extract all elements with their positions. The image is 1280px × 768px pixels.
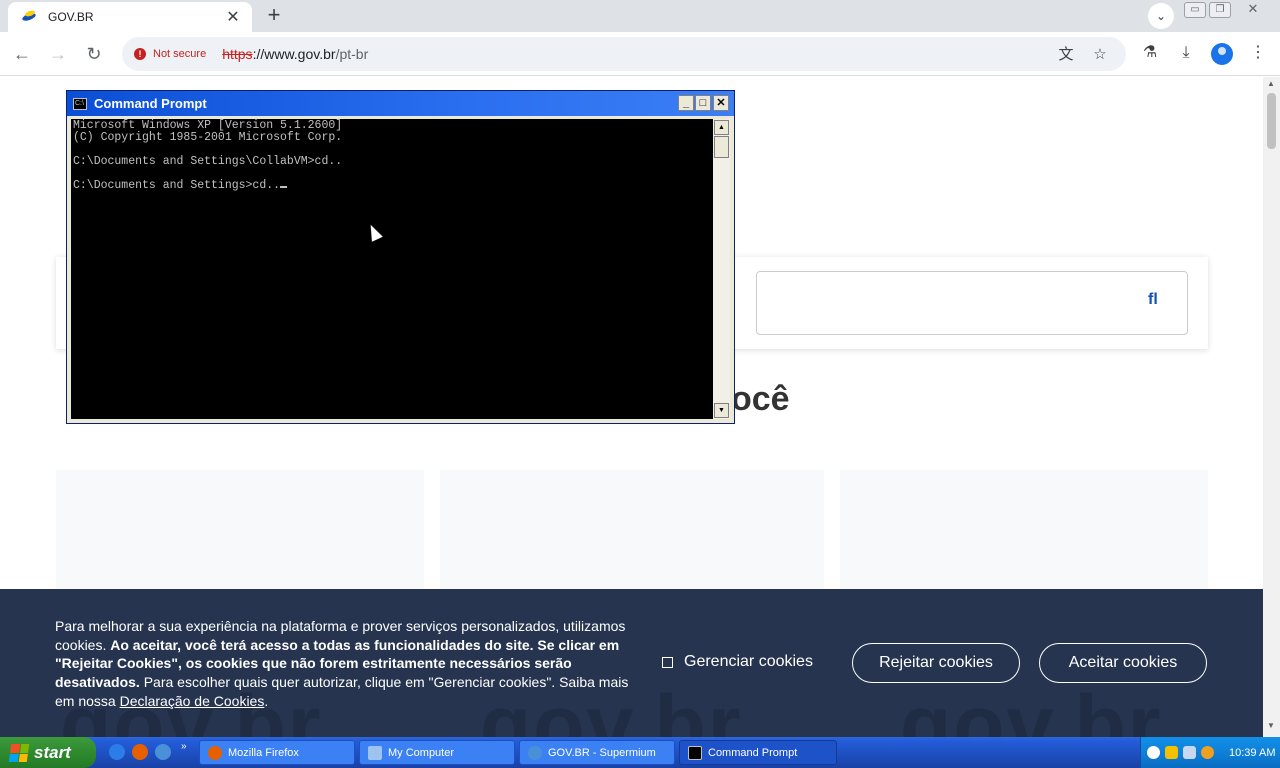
tab-strip: GOV.BR ✕ + ⌄ ▭ ❐ ✕: [0, 0, 1280, 32]
security-label: Not secure: [153, 48, 207, 60]
taskbar-item-label: Mozilla Firefox: [228, 746, 299, 759]
accept-cookies-button[interactable]: Aceitar cookies: [1039, 643, 1207, 683]
cmd-scrollbar[interactable]: ▲ ▼: [713, 119, 730, 419]
console-prompt-line: C:\Documents and Settings>cd..: [73, 180, 711, 192]
reload-button[interactable]: ↻: [80, 41, 108, 67]
labs-flask-icon[interactable]: ⚗: [1139, 42, 1161, 64]
scroll-down-arrow-icon[interactable]: ▼: [1267, 721, 1275, 730]
manage-cookies-label: Gerenciar cookies: [684, 653, 813, 670]
start-button[interactable]: start: [0, 737, 96, 768]
security-chip[interactable]: ! Not secure: [130, 42, 214, 66]
cmd-title: Command Prompt: [94, 96, 207, 111]
cmd-app-icon: [688, 745, 702, 760]
internet-explorer-icon[interactable]: [109, 744, 125, 760]
taskbar: start » Mozilla Firefox My Computer GOV.…: [0, 737, 1280, 768]
taskbar-item-firefox[interactable]: Mozilla Firefox: [199, 740, 355, 765]
cmd-scroll-up-arrow-icon[interactable]: ▲: [714, 120, 729, 135]
url-text[interactable]: https://www.gov.br/pt-br: [222, 46, 368, 62]
taskbar-item-label: Command Prompt: [708, 746, 798, 759]
start-label: start: [34, 742, 71, 762]
cmd-app-icon: C:\: [73, 97, 87, 110]
cmd-titlebar[interactable]: C:\ Command Prompt: [67, 91, 734, 116]
forward-button[interactable]: →: [44, 41, 72, 67]
scroll-up-arrow-icon[interactable]: ▲: [1267, 79, 1275, 88]
command-prompt-window[interactable]: C:\ Command Prompt _ □ ✕ Microsoft Windo…: [66, 90, 735, 424]
watermark-logo: gov.br: [900, 678, 1163, 737]
menu-kebab-icon[interactable]: ⋮: [1247, 42, 1269, 64]
system-tray: 10:39 AM: [1140, 737, 1280, 768]
reject-cookies-button[interactable]: Rejeitar cookies: [852, 643, 1020, 683]
system-clock[interactable]: 10:39 AM: [1229, 747, 1275, 759]
quick-launch-chevron-icon[interactable]: »: [181, 741, 187, 752]
scrollbar-thumb[interactable]: [1267, 93, 1276, 149]
tab-close-icon[interactable]: ✕: [224, 7, 242, 27]
computer-icon: [368, 745, 382, 760]
cookie-banner: gov.br gov.br gov.br Para melhorar a sua…: [0, 589, 1263, 737]
url-path: /pt-br: [335, 46, 369, 62]
taskbar-item-command-prompt[interactable]: Command Prompt: [679, 740, 837, 765]
firefox-icon: [208, 745, 222, 760]
tab-search-chevron-icon[interactable]: ⌄: [1148, 3, 1174, 29]
tray-expand-icon[interactable]: [1147, 746, 1160, 759]
network-icon[interactable]: [1183, 746, 1196, 759]
content-card-placeholder: [440, 470, 824, 590]
cmd-scrollbar-thumb[interactable]: [714, 136, 729, 158]
cmd-maximize-button[interactable]: □: [695, 95, 711, 111]
supermium-icon: [528, 745, 542, 760]
window-close-button[interactable]: ✕: [1242, 2, 1264, 18]
console-line: C:\Documents and Settings\CollabVM>cd..: [73, 155, 343, 168]
download-icon[interactable]: ⤓: [1175, 42, 1197, 64]
tab-gov-br[interactable]: GOV.BR ✕: [8, 2, 252, 32]
url-host: ://www.gov.br: [252, 46, 336, 62]
search-icon[interactable]: fl: [1148, 291, 1158, 309]
warning-icon: !: [134, 48, 146, 60]
windows-logo-icon: [8, 743, 30, 762]
page-scrollbar[interactable]: ▲ ▼: [1263, 77, 1280, 737]
cmd-close-button[interactable]: ✕: [713, 95, 729, 111]
taskbar-item-my-computer[interactable]: My Computer: [359, 740, 515, 765]
cmd-scroll-down-arrow-icon[interactable]: ▼: [714, 403, 729, 418]
window-restore-button[interactable]: ❐: [1209, 2, 1231, 18]
content-card-placeholder: [840, 470, 1208, 590]
browser-toolbar: ← → ↻ ! Not secure https://www.gov.br/pt…: [0, 32, 1280, 76]
console-prompt-text: C:\Documents and Settings>cd..: [73, 179, 281, 192]
profile-avatar-icon[interactable]: [1211, 43, 1233, 65]
manage-cookies-button[interactable]: Gerenciar cookies: [662, 653, 813, 671]
taskbar-item-label: GOV.BR - Supermium: [548, 746, 656, 759]
taskbar-item-label: My Computer: [388, 746, 455, 759]
bookmark-star-icon[interactable]: ☆: [1090, 45, 1110, 65]
checkbox-icon: [662, 656, 673, 668]
gov-br-favicon-icon: [21, 9, 38, 25]
cookie-notice-text: Para melhorar a sua experiência na plata…: [55, 617, 635, 711]
cmd-minimize-button[interactable]: _: [678, 95, 694, 111]
search-input[interactable]: [756, 271, 1188, 335]
text-cursor: [280, 186, 288, 188]
taskbar-item-supermium[interactable]: GOV.BR - Supermium: [519, 740, 675, 765]
security-shield-icon[interactable]: [1165, 746, 1178, 759]
content-card-placeholder: [56, 470, 424, 590]
url-scheme: https: [222, 46, 253, 62]
window-minimize-button[interactable]: ▭: [1184, 2, 1206, 18]
search-tray-icon[interactable]: [1201, 746, 1214, 759]
section-heading: ocê: [731, 380, 790, 418]
cookie-text-end: .: [264, 692, 269, 709]
tab-title: GOV.BR: [48, 10, 94, 24]
address-bar[interactable]: ! Not secure https://www.gov.br/pt-br ⽂ …: [122, 37, 1126, 71]
cmd-console-output[interactable]: Microsoft Windows XP [Version 5.1.2600](…: [71, 119, 713, 419]
translate-icon[interactable]: ⽂: [1056, 45, 1076, 65]
back-button[interactable]: ←: [8, 41, 36, 67]
firefox-icon[interactable]: [132, 744, 148, 760]
new-tab-button[interactable]: +: [262, 4, 286, 28]
cookie-declaration-link[interactable]: Declaração de Cookies: [120, 693, 265, 709]
console-line: (C) Copyright 1985-2001 Microsoft Corp.: [73, 131, 343, 144]
supermium-icon[interactable]: [155, 744, 171, 760]
